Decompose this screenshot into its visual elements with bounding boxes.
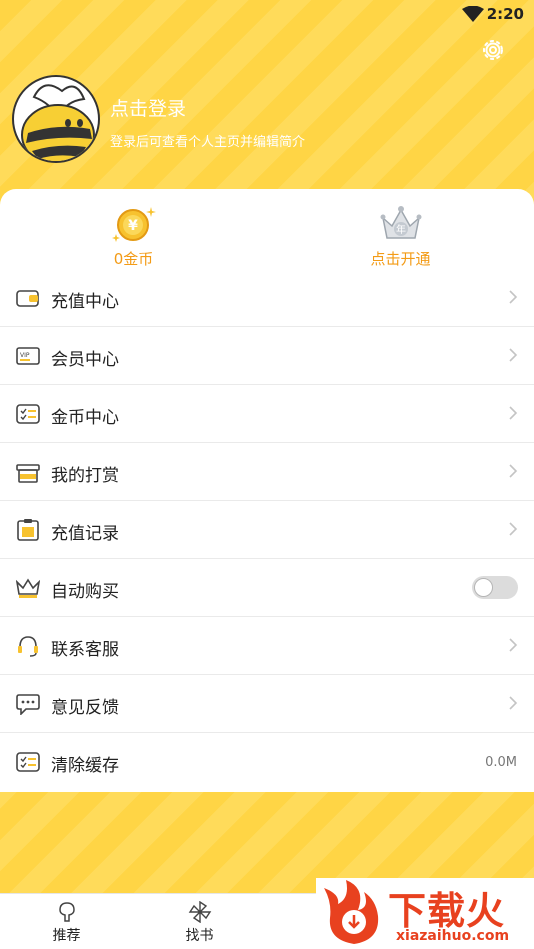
menu-item-label: 意见反馈 — [51, 698, 119, 718]
menu-item-label: 清除缓存 — [51, 756, 119, 776]
cache-size-value: 0.0M — [485, 755, 517, 770]
tab-label: 推荐 — [52, 928, 81, 944]
menu-item-feedback[interactable]: 意见反馈 — [0, 675, 534, 733]
watermark-domain: xiazaihuo.com — [396, 928, 510, 944]
headset-icon — [18, 636, 38, 657]
menu-item-label: 自动购买 — [51, 582, 119, 602]
auto-purchase-toggle[interactable] — [472, 576, 518, 599]
login-title[interactable]: 点击登录 — [110, 94, 186, 121]
menu-item-label: 充值中心 — [51, 292, 119, 312]
vip-label: 点击开通 — [370, 250, 431, 268]
chevron-right-icon — [509, 638, 518, 652]
settings-menu: 充值中心 VIP 会员中心 金币中心 我的打赏 充值记录 自动购买 联系客服 意… — [0, 269, 534, 791]
recommend-icon — [58, 902, 75, 922]
menu-item-label: 充值记录 — [51, 524, 119, 544]
coins-label: 0金币 — [113, 250, 154, 268]
record-icon — [17, 519, 39, 541]
chevron-right-icon — [509, 464, 518, 478]
menu-item-vip-center[interactable]: VIP 会员中心 — [0, 327, 534, 385]
account-card: ¥ 0金币 年 点击开通 充值中心 VIP 会员中心 金币中心 我的打赏 充值记… — [0, 189, 534, 792]
vip-card-icon: VIP — [16, 347, 40, 365]
cache-icon — [16, 752, 40, 772]
gold-coin-icon: ¥ — [111, 207, 156, 242]
chat-bubble-icon — [16, 694, 40, 715]
bee-mascot-icon — [21, 84, 95, 161]
menu-item-label: 我的打赏 — [51, 466, 119, 486]
chevron-right-icon — [509, 290, 518, 304]
chevron-right-icon — [509, 406, 518, 420]
tab-recommend[interactable]: 推荐 — [0, 894, 133, 949]
toggle-knob — [474, 578, 493, 597]
status-time: 2:20 — [486, 5, 524, 23]
avatar[interactable] — [12, 75, 100, 163]
crown-icon — [16, 578, 40, 598]
task-list-icon — [16, 404, 40, 424]
chevron-right-icon — [509, 696, 518, 710]
menu-item-clear-cache[interactable]: 清除缓存 0.0M — [0, 733, 534, 791]
coins-button[interactable]: ¥ 0金币 — [0, 189, 267, 269]
wallet-icon — [16, 290, 39, 307]
status-bar: 2:20 — [0, 0, 534, 30]
flame-logo-icon — [324, 880, 379, 944]
pinwheel-icon — [188, 901, 211, 923]
menu-item-label: 联系客服 — [51, 640, 119, 660]
chevron-right-icon — [509, 522, 518, 536]
tab-find-books[interactable]: 找书 — [133, 894, 266, 949]
login-subtitle: 登录后可查看个人主页并编辑简介 — [110, 135, 306, 150]
vip-glyph: 年 — [396, 223, 406, 236]
chevron-right-icon — [509, 348, 518, 362]
menu-item-coin-center[interactable]: 金币中心 — [0, 385, 534, 443]
menu-item-my-rewards[interactable]: 我的打赏 — [0, 443, 534, 501]
vip-crown-icon: 年 — [380, 206, 421, 239]
menu-item-recharge-records[interactable]: 充值记录 — [0, 501, 534, 559]
menu-item-customer-service[interactable]: 联系客服 — [0, 617, 534, 675]
tab-label: 找书 — [185, 928, 214, 944]
wifi-icon — [462, 6, 484, 22]
menu-item-label: 金币中心 — [51, 408, 119, 428]
vip-activate-button[interactable]: 年 点击开通 — [267, 189, 534, 269]
menu-item-recharge-center[interactable]: 充值中心 — [0, 269, 534, 327]
menu-item-auto-purchase: 自动购买 — [0, 559, 534, 617]
gift-box-icon — [16, 464, 40, 483]
svg-text:VIP: VIP — [20, 352, 30, 359]
settings-gear-icon[interactable] — [480, 37, 506, 63]
coin-glyph: ¥ — [128, 218, 138, 234]
menu-item-label: 会员中心 — [51, 350, 119, 370]
watermark-logo: 下载火 xiazaihuo.com — [316, 878, 534, 949]
watermark-brand: 下载火 — [388, 889, 506, 933]
